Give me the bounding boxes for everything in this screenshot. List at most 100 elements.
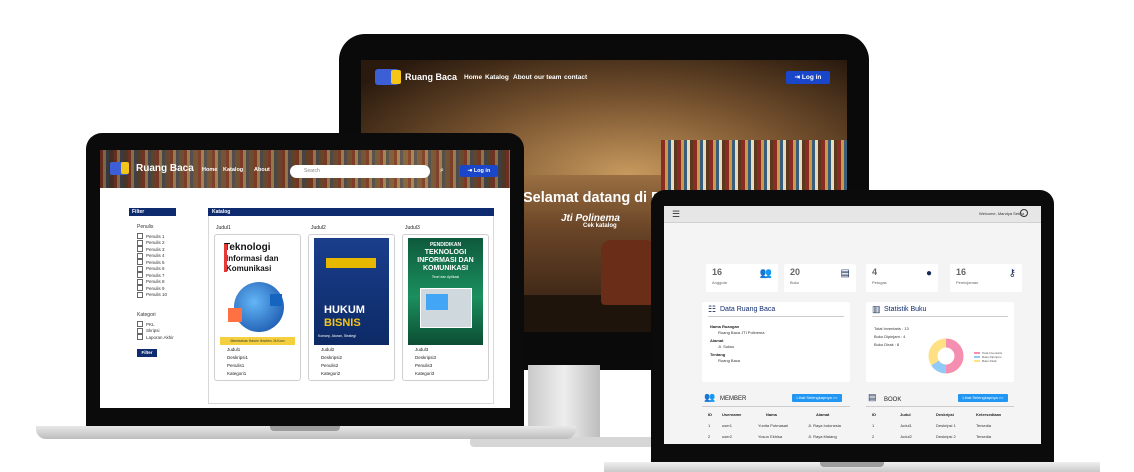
member-panel: 👥 MEMBER Lihat Selengkapnya >> ID Userna… xyxy=(702,392,850,444)
penulis-heading: Penulis xyxy=(137,224,154,230)
penulis-checkbox[interactable]: Penulis 7 xyxy=(137,272,167,279)
book-heading: Judul2 xyxy=(311,225,326,231)
stat-card-peminjaman[interactable]: 16 Peminjaman ⚷ xyxy=(950,264,1022,292)
member-title: MEMBER xyxy=(720,396,747,402)
donut-chart xyxy=(928,338,964,374)
col-header: Username xyxy=(722,412,742,417)
statistik-buku-panel: ▥ Statistik Buku Total Inventaris : 13 B… xyxy=(866,302,1014,382)
donut-legend: Total Inventaris Buku Dipinjam Buku Dira… xyxy=(974,351,1002,363)
book-icon: ▤ xyxy=(840,268,850,279)
penulis-checkbox[interactable]: Penulis 1 xyxy=(137,233,167,240)
nav-katalog[interactable]: Katalog xyxy=(223,167,243,173)
penulis-checkbox[interactable]: Penulis 10 xyxy=(137,291,167,299)
nav-katalog[interactable]: Katalog xyxy=(485,74,509,81)
member-see-more-button[interactable]: Lihat Selengkapnya >> xyxy=(792,394,842,402)
table-cell: Judul1 xyxy=(900,423,912,428)
table-cell: Yunita Putmasari xyxy=(758,423,789,428)
table-cell: Judul2 xyxy=(900,434,912,439)
laptop-left-notch xyxy=(270,426,340,431)
table-cell: user2 xyxy=(722,434,733,439)
tentang-label: Tentang xyxy=(710,352,726,357)
table-cell: Deskripsi 1 xyxy=(936,423,956,428)
search-icon[interactable]: ⌕ xyxy=(440,167,444,175)
account-icon[interactable] xyxy=(1020,209,1028,217)
nav-our-team[interactable]: our team xyxy=(534,74,561,81)
catalog-screen: Ruang Baca Home Katalog About Search ⌕ ⇥… xyxy=(100,150,510,408)
stat-label: Buku xyxy=(790,280,800,285)
alamat-value: Jl. Sukso xyxy=(718,344,735,349)
stat-number: 16 xyxy=(956,267,967,277)
bar-chart-icon: ▥ xyxy=(872,304,881,314)
penulis-list: Penulis 1 Penulis 2 Penulis 3 Penulis 4 … xyxy=(137,233,167,298)
penulis-checkbox[interactable]: Penulis 5 xyxy=(137,259,167,266)
book-cover: PENDIDIKAN TEKNOLOGI INFORMASI DAN KOMUN… xyxy=(408,238,483,345)
monitor-brand[interactable]: Ruang Baca xyxy=(405,72,457,82)
penulis-checkbox[interactable]: Penulis 6 xyxy=(137,265,167,273)
book-heading: Judul3 xyxy=(405,225,420,231)
col-header: Ketersediaan xyxy=(976,412,1002,417)
login-icon: ⇥ xyxy=(794,74,801,81)
book-cover: HUKUM BISNIS Konsep, Aturan, Strategi xyxy=(314,238,389,345)
person-icon: ● xyxy=(925,268,932,279)
nav-home[interactable]: Home xyxy=(202,167,217,173)
nama-value: Ruang Baca JTI Polinema xyxy=(718,330,765,335)
penulis-checkbox[interactable]: Penulis 2 xyxy=(137,239,167,247)
table-cell: 1 xyxy=(708,423,711,428)
nav-about[interactable]: About xyxy=(254,167,270,173)
filter-button[interactable]: Filter xyxy=(137,349,157,357)
users-icon: 👥 xyxy=(759,268,772,279)
cek-katalog-button[interactable]: Cek katalog xyxy=(583,223,617,229)
alamat-label: Alamat xyxy=(710,338,724,343)
book-cover: Teknologi Informasi dan Komunikasi Memba… xyxy=(220,238,295,345)
kategori-heading: Kategori xyxy=(137,312,156,318)
monitor-login-button[interactable]: ⇥ Log in xyxy=(786,71,830,84)
table-cell: user1 xyxy=(722,423,733,428)
nav-contact[interactable]: contact xyxy=(564,74,587,81)
stat-number: 4 xyxy=(872,267,878,277)
nama-label: Nama Ruangan xyxy=(710,324,740,329)
table-cell: Jl. Raya Indonesia xyxy=(808,423,841,428)
hamburger-menu-icon[interactable]: ☰ xyxy=(672,209,680,220)
col-header: Judul xyxy=(900,412,911,417)
stat-card-petugas[interactable]: 4 Petugas ● xyxy=(866,264,938,292)
logo-accent-icon xyxy=(391,70,401,84)
katalog-header: Katalog xyxy=(208,208,494,216)
list-icon: ☷ xyxy=(708,304,717,314)
col-header: ID xyxy=(708,412,712,417)
logo-accent-icon xyxy=(121,162,129,174)
penulis-checkbox[interactable]: Penulis 8 xyxy=(137,278,167,286)
book-card[interactable]: PENDIDIKAN TEKNOLOGI INFORMASI DAN KOMUN… xyxy=(402,234,489,381)
armchair xyxy=(601,240,656,305)
penulis-checkbox[interactable]: Penulis 4 xyxy=(137,252,167,260)
login-label: Log in xyxy=(801,74,822,81)
book-card[interactable]: HUKUM BISNIS Konsep, Aturan, Strategi Ju… xyxy=(308,234,395,381)
person-key-icon: ⚷ xyxy=(1008,268,1016,279)
dirak-row: Buku Dirak : 8 xyxy=(874,342,900,347)
stat-card-anggota[interactable]: 16 Anggota 👥 xyxy=(706,264,778,292)
table-cell: Tersedia xyxy=(976,423,992,428)
catalog-login-button[interactable]: ⇥ Log in xyxy=(460,165,498,177)
stat-number: 20 xyxy=(790,267,801,277)
book-icon: ▤ xyxy=(868,392,877,402)
col-header: Alamat xyxy=(816,412,830,417)
table-cell: Deskripsi 2 xyxy=(936,434,956,439)
nav-home[interactable]: Home xyxy=(464,74,482,81)
penulis-checkbox[interactable]: Penulis 9 xyxy=(137,285,167,292)
col-header: Deskripsi xyxy=(936,412,955,417)
table-cell: Yosun Ekhisa xyxy=(758,434,783,439)
stat-label: Petugas xyxy=(872,280,887,285)
panel-title: Data Ruang Baca xyxy=(720,306,776,313)
welcome-text: Welcome, Mandya Setiya xyxy=(979,211,1025,216)
penulis-checkbox[interactable]: Penulis 3 xyxy=(137,246,167,253)
nav-about[interactable]: About xyxy=(513,74,532,81)
admin-screen: ☰ Welcome, Mandya Setiya 16 Anggota 👥 20… xyxy=(664,206,1041,444)
book-see-more-button[interactable]: Lihat Selengkapnya >> xyxy=(958,394,1008,402)
stat-card-buku[interactable]: 20 Buku ▤ xyxy=(784,264,856,292)
table-cell: Jl. Raya Malang xyxy=(808,434,837,439)
col-header: ID xyxy=(872,412,876,417)
kategori-checkbox[interactable]: Laporan Akhir xyxy=(137,334,174,341)
book-card[interactable]: Teknologi Informasi dan Komunikasi Memba… xyxy=(214,234,301,381)
catalog-brand[interactable]: Ruang Baca xyxy=(136,163,194,174)
monitor-navbar: Ruang Baca Home Katalog About our team c… xyxy=(361,60,847,94)
search-input[interactable]: Search xyxy=(290,165,430,178)
